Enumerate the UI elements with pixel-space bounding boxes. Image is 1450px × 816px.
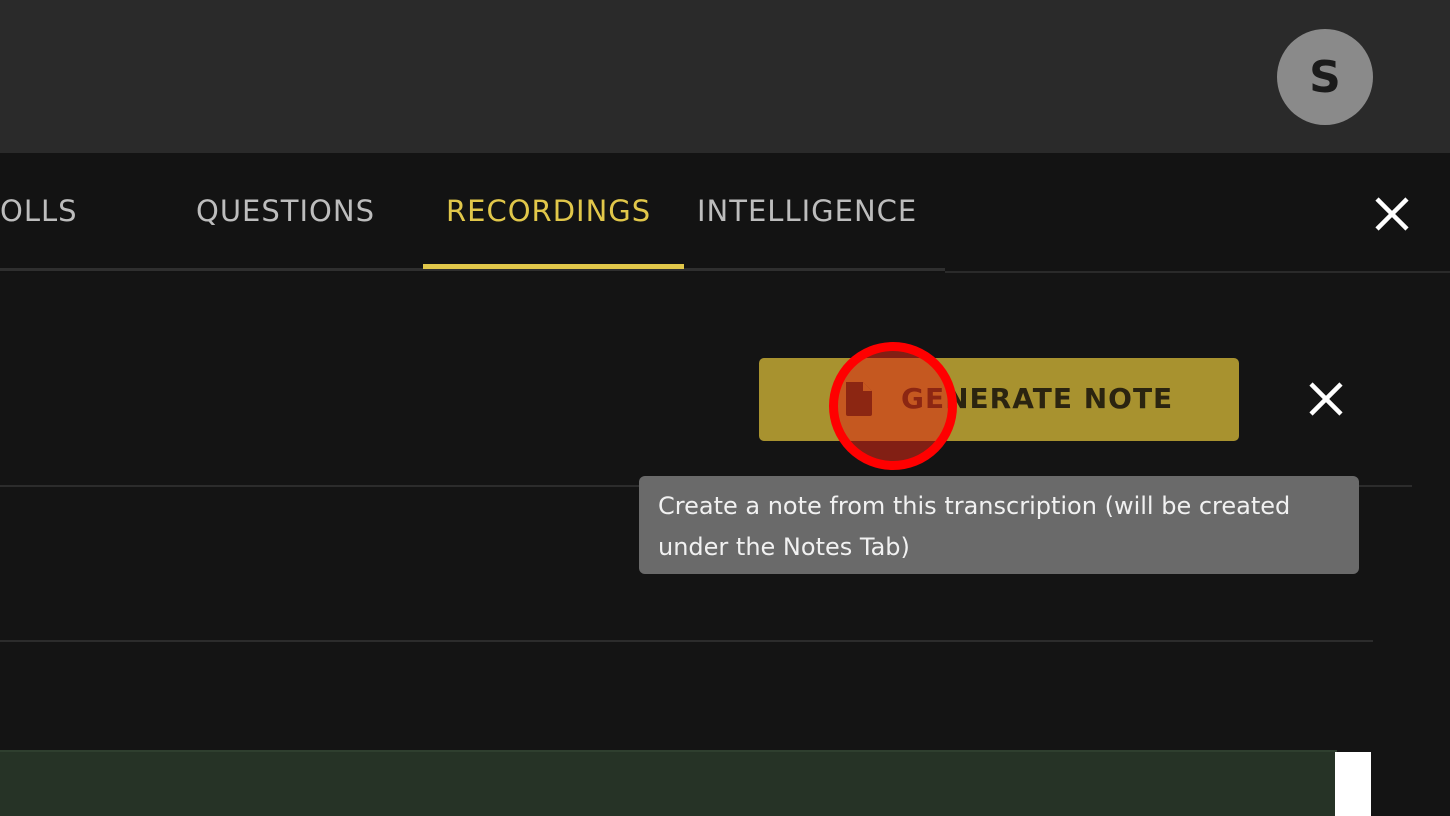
scrollbar-thumb[interactable] bbox=[1335, 752, 1371, 816]
avatar-initial: S bbox=[1309, 51, 1341, 103]
tab-divider-right bbox=[945, 271, 1450, 273]
tooltip-line-1: Create a note from this transcription (w… bbox=[658, 492, 1291, 520]
top-bar: S bbox=[0, 0, 1450, 153]
tooltip-line-2: under the Notes Tab) bbox=[658, 533, 910, 561]
close-panel-icon[interactable] bbox=[1372, 194, 1412, 234]
active-tab-indicator bbox=[423, 264, 684, 269]
tab-recordings[interactable]: RECORDINGS bbox=[446, 189, 651, 233]
section-divider bbox=[0, 640, 1373, 642]
close-transcription-icon[interactable] bbox=[1306, 379, 1346, 419]
avatar[interactable]: S bbox=[1277, 29, 1373, 125]
generate-note-tooltip: Create a note from this transcription (w… bbox=[639, 476, 1359, 574]
transcription-panel bbox=[0, 750, 1337, 816]
tab-polls[interactable]: OLLS bbox=[0, 189, 78, 233]
tab-questions[interactable]: QUESTIONS bbox=[196, 189, 375, 233]
click-highlight-marker bbox=[829, 342, 957, 470]
tab-intelligence[interactable]: INTELLIGENCE bbox=[697, 189, 917, 233]
